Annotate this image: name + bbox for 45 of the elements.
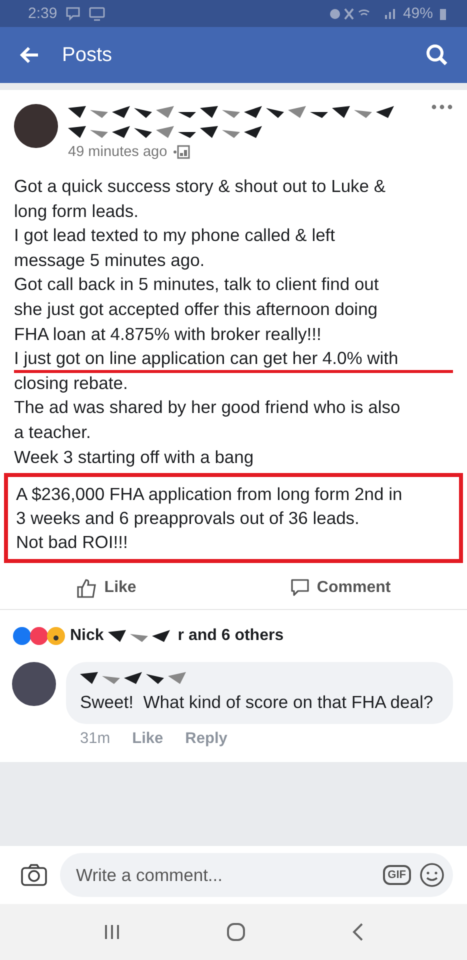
post-text-line: I got lead texted to my phone called & left	[14, 225, 336, 248]
author-avatar[interactable]	[14, 104, 58, 148]
post-text-line: 3 weeks and 6 preapprovals out of 36 leads.	[16, 507, 360, 530]
post-text-line: Week 3 starting off with a bang	[14, 446, 255, 469]
post-text-line: FHA loan at 4.875% with broker really!!!	[14, 324, 322, 346]
search-icon[interactable]	[425, 43, 449, 67]
post-text-line: The ad was shared by her good friend who is also	[14, 397, 402, 420]
battery-level: 49%	[402, 5, 433, 22]
message-icon	[65, 6, 82, 20]
post-text-line: Got a quick success story & shout out to Luke &	[14, 176, 387, 198]
comment-time: 31m	[80, 730, 110, 748]
camera-icon[interactable]	[20, 863, 48, 887]
smiley-icon[interactable]	[419, 862, 445, 888]
screen-icon	[89, 6, 106, 20]
page-title: Posts	[62, 44, 114, 66]
thumbs-up-icon	[76, 578, 98, 598]
underlined-post-line: I just got on line application can get her 4.0% with	[14, 348, 453, 373]
home-icon[interactable]	[226, 922, 246, 942]
post-text-line: she just got accepted offer this afternoon doing	[14, 298, 379, 321]
post-text-line: message 5 minutes ago.	[14, 250, 206, 272]
post-text-line: Got call back in 5 minutes, talk to client find out	[14, 274, 380, 296]
reaction-count[interactable]: r and 6 others	[178, 627, 284, 646]
post-timestamp: 49 minutes ago	[68, 144, 168, 160]
reaction-name[interactable]: Nick	[70, 627, 104, 646]
battery-icon	[439, 6, 447, 20]
post-text-line: Not bad ROI!!!	[16, 531, 129, 554]
speech-bubble-icon	[288, 578, 311, 598]
post-text-line: A $236,000 FHA application from long form 2nd in	[16, 483, 404, 506]
commenter-avatar[interactable]	[12, 662, 56, 706]
back-icon[interactable]	[350, 922, 364, 942]
reaction-icons	[12, 626, 66, 646]
more-options-icon[interactable]	[431, 104, 453, 110]
recent-apps-icon[interactable]	[102, 923, 120, 941]
gif-button[interactable]: GIF	[382, 865, 411, 885]
audience-icon	[172, 145, 190, 159]
post-text-line: long form leads.	[14, 200, 140, 223]
back-arrow-icon[interactable]	[20, 46, 40, 64]
status-time: 2:39	[28, 5, 58, 22]
comment-field[interactable]: Write a comment... GIF	[60, 853, 453, 897]
post-text-line: a teacher.	[14, 422, 92, 444]
like-button[interactable]: Like	[70, 577, 142, 600]
post-text-line: closing rebate.	[14, 372, 129, 395]
comment-button[interactable]: Comment	[282, 577, 397, 600]
signal-icons	[328, 6, 397, 20]
comment-text: Sweet! What kind of score on that FHA deal?	[80, 691, 434, 714]
